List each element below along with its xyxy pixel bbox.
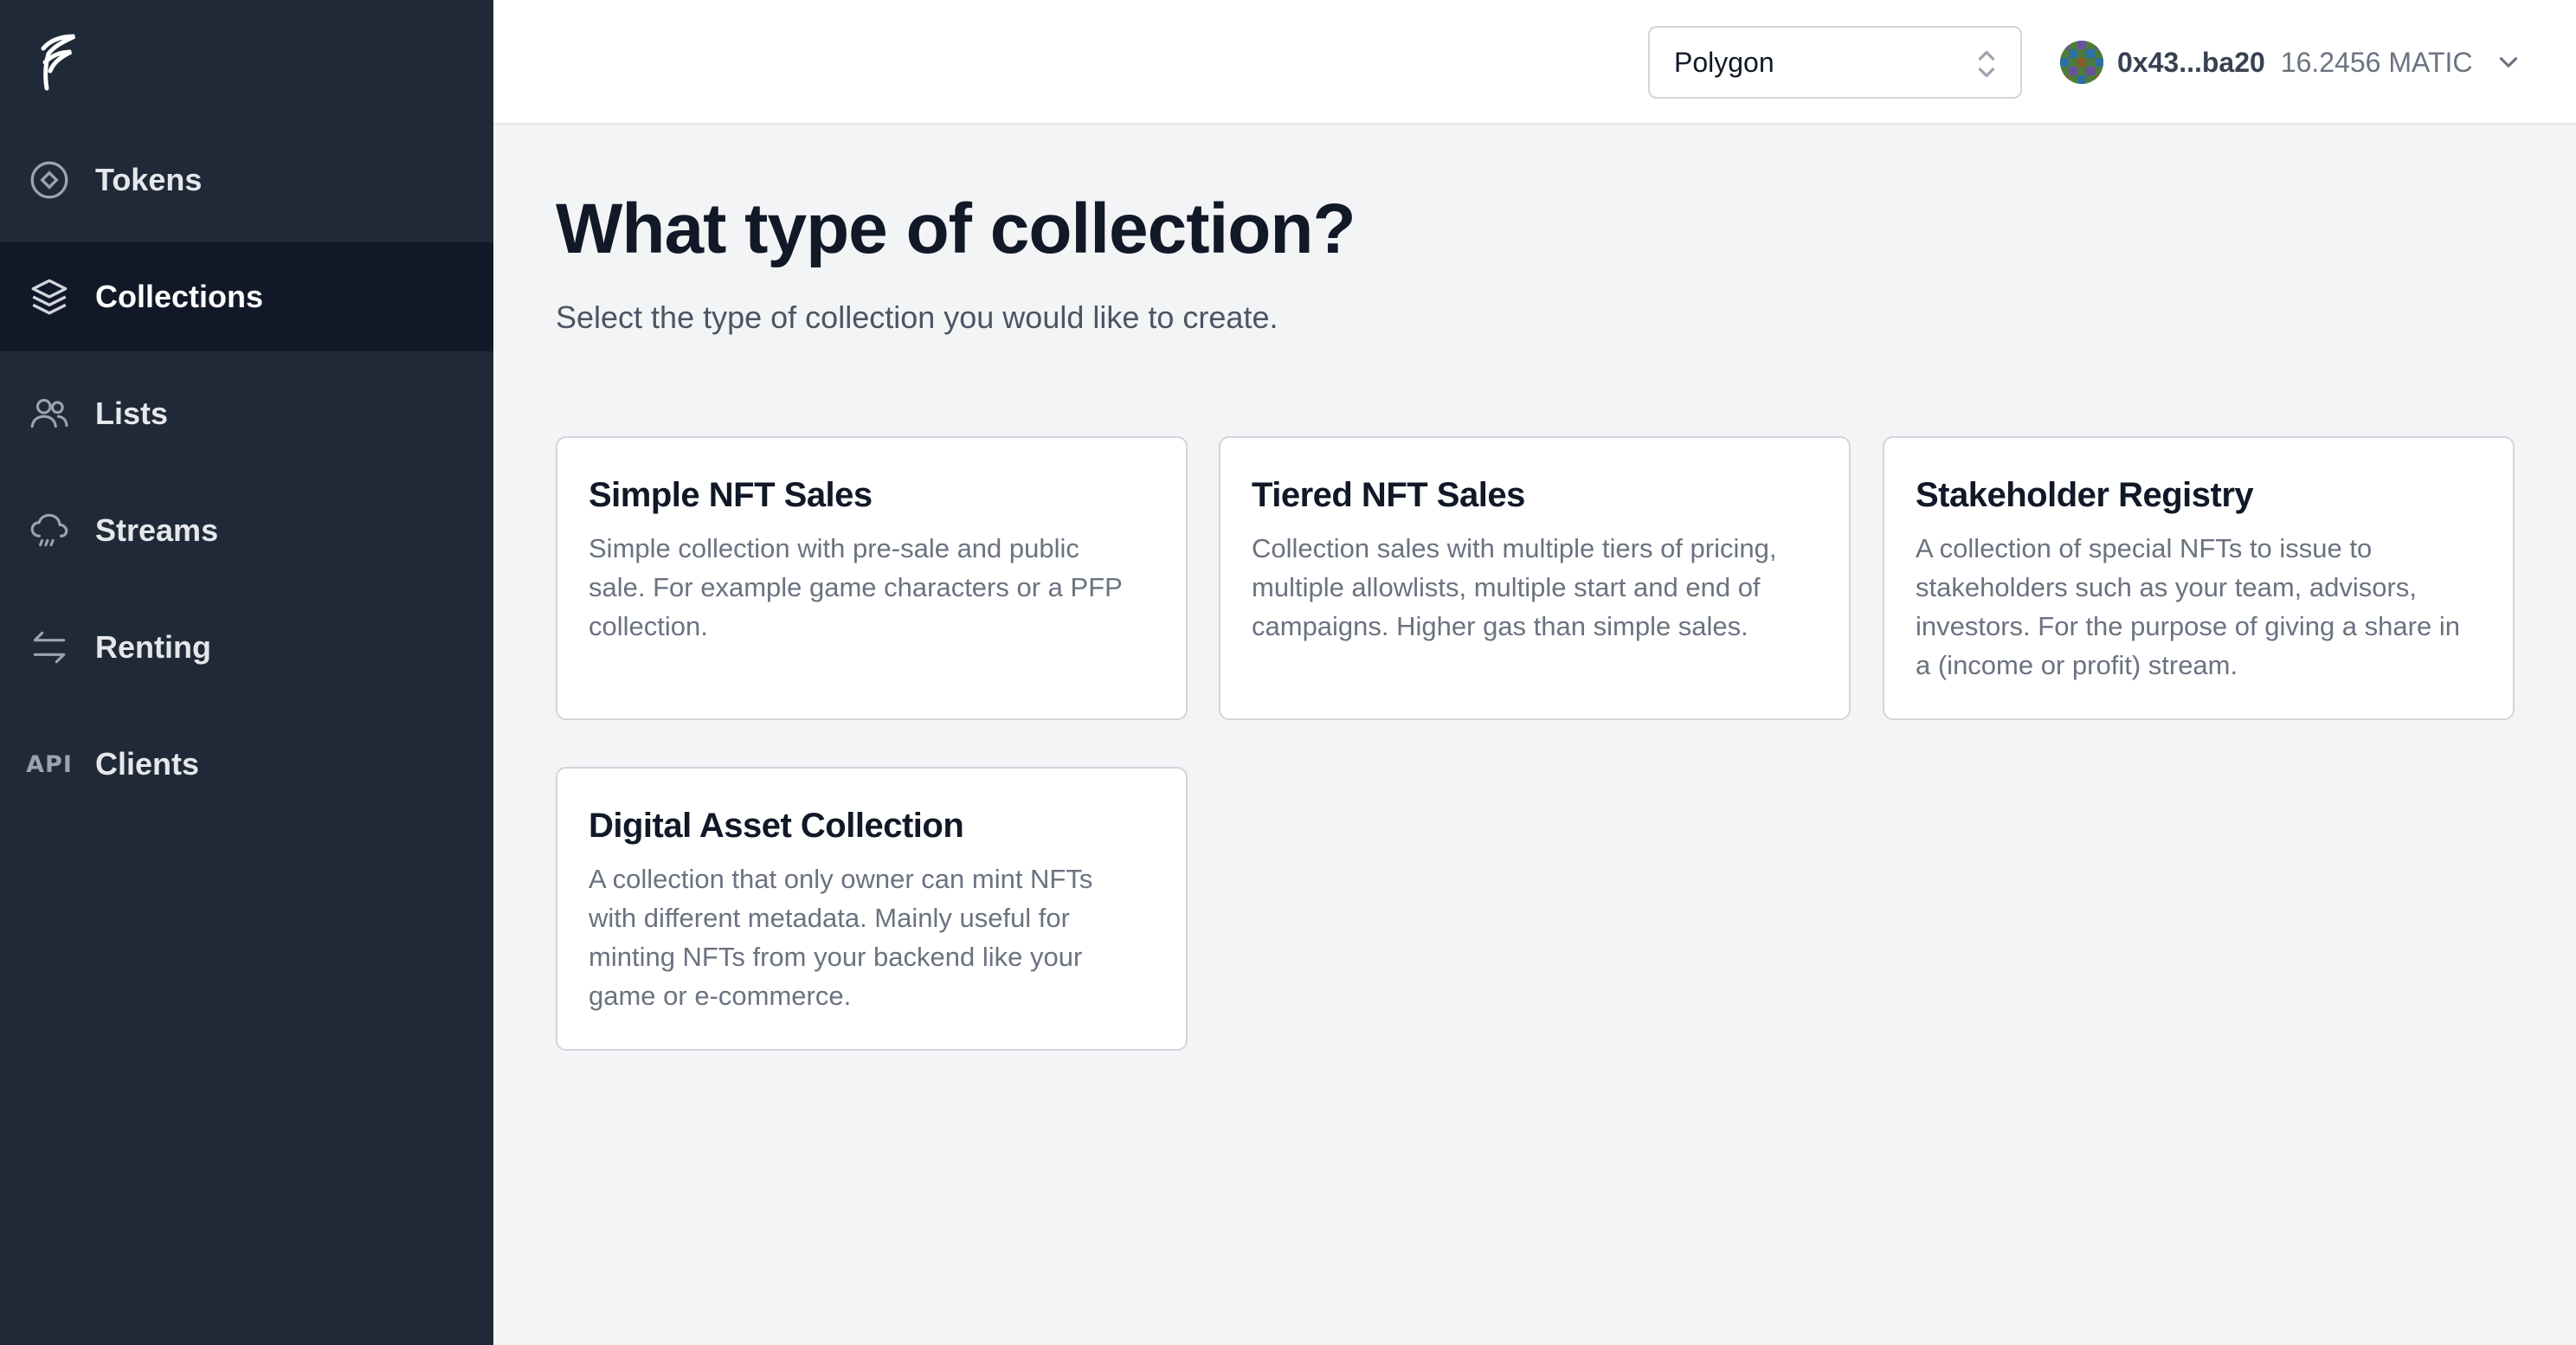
sidebar-item-label: Tokens [95,162,203,197]
card-title: Tiered NFT Sales [1252,476,1525,514]
collection-type-card-digital-asset-collection[interactable]: Digital Asset Collection A collection th… [556,767,1188,1051]
sidebar-item-label: Lists [95,396,169,431]
stack-icon [28,275,71,319]
page-subtitle: Select the type of collection you would … [556,299,1278,335]
card-title: Stakeholder Registry [1916,476,2254,514]
logo-icon[interactable] [35,31,80,93]
card-title: Digital Asset Collection [589,807,964,845]
network-select[interactable]: Polygon [1648,26,2022,99]
avatar [2060,41,2103,84]
sidebar: Tokens Collections Lists Streams Renting… [0,0,493,1345]
card-title: Simple NFT Sales [589,476,873,514]
wallet-menu[interactable]: 0x43...ba20 16.2456 MATIC [2060,26,2523,99]
sidebar-item-streams[interactable]: Streams [0,476,493,585]
app-root: Tokens Collections Lists Streams Renting… [0,0,2576,1345]
sidebar-item-label: Collections [95,279,264,314]
network-select-value: Polygon [1674,46,1774,78]
cloud-rain-icon [28,509,71,552]
wallet-address: 0x43...ba20 [2117,46,2265,78]
chevron-up-down-icon [1978,50,1995,78]
card-description: Collection sales with multiple tiers of … [1252,533,1777,641]
card-description: Simple collection with pre-sale and publ… [589,533,1123,641]
sidebar-item-label: Streams [95,512,219,548]
page-title: What type of collection? [556,190,1356,268]
arrows-exchange-icon [28,626,71,669]
sidebar-item-label: Renting [95,629,211,665]
chevron-down-icon [2499,57,2517,68]
collection-type-card-stakeholder-registry[interactable]: Stakeholder Registry A collection of spe… [1883,436,2515,720]
top-header: Polygon 0x43...ba20 16.2456 MATIC [493,0,2576,125]
sidebar-item-renting[interactable]: Renting [0,593,493,702]
sidebar-item-collections[interactable]: Collections [0,242,493,351]
diamond-circle-icon [28,158,71,202]
sidebar-item-label: Clients [95,746,200,782]
wallet-balance: 16.2456 MATIC [2280,46,2473,78]
sidebar-item-clients[interactable]: API Clients [0,710,493,819]
collection-type-card-simple-nft-sales[interactable]: Simple NFT Sales Simple collection with … [556,436,1188,720]
sidebar-item-lists[interactable]: Lists [0,359,493,468]
collection-type-card-tiered-nft-sales[interactable]: Tiered NFT Sales Collection sales with m… [1219,436,1851,720]
api-icon: API [26,750,73,778]
users-icon [28,392,71,435]
main-content: What type of collection? Select the type… [493,126,2576,1345]
sidebar-item-tokens[interactable]: Tokens [0,125,493,235]
card-description: A collection that only owner can mint NF… [589,864,1093,1011]
card-description: A collection of special NFTs to issue to… [1916,533,2460,680]
